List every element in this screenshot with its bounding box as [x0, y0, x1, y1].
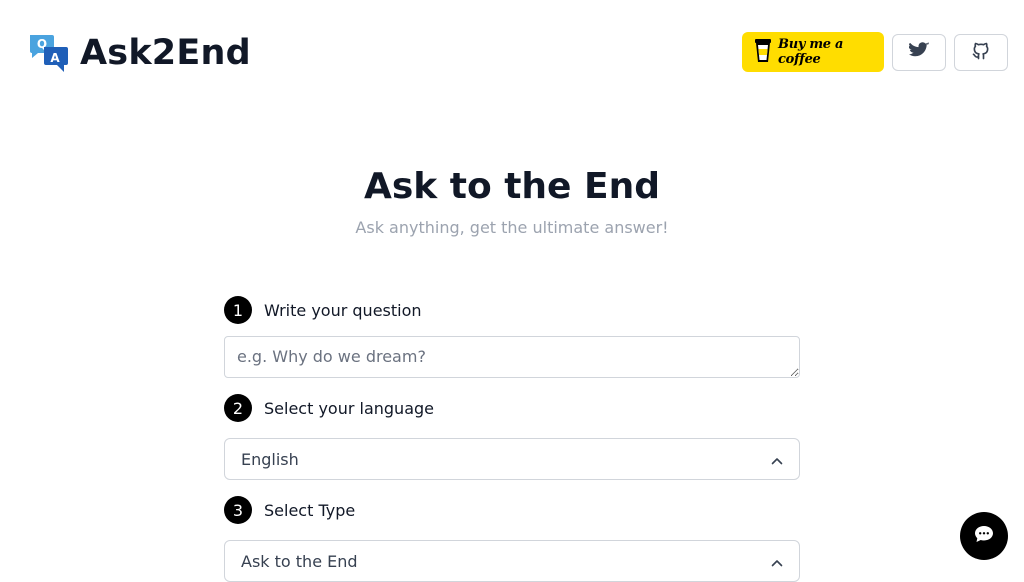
step-3-header: 3 Select Type	[224, 496, 355, 524]
github-icon	[971, 41, 991, 65]
twitter-button[interactable]	[892, 34, 946, 71]
step-number-badge: 1	[224, 296, 252, 324]
brand-name: Ask2End	[80, 33, 251, 73]
language-select-value: English	[241, 449, 299, 469]
logo[interactable]: Q A Ask2End	[30, 33, 251, 73]
svg-text:A: A	[50, 51, 60, 65]
chevron-up-icon	[771, 450, 783, 469]
github-button[interactable]	[954, 34, 1008, 71]
step-2-header: 2 Select your language	[224, 394, 434, 422]
step-number-badge: 2	[224, 394, 252, 422]
page-title: Ask to the End	[363, 166, 660, 207]
type-select-value: Ask to the End	[241, 551, 358, 571]
step-1-header: 1 Write your question	[224, 296, 422, 324]
coffee-label: Buy me a coffee	[778, 37, 844, 67]
page-subtitle: Ask anything, get the ultimate answer!	[355, 218, 669, 237]
step-number-badge: 3	[224, 496, 252, 524]
chevron-up-icon	[771, 552, 783, 571]
chat-button[interactable]	[960, 512, 1008, 560]
step-label: Select your language	[264, 398, 434, 418]
chat-bubble-icon	[974, 525, 994, 547]
header: Q A Ask2End Buy me a coffee	[0, 0, 1024, 100]
step-label: Select Type	[264, 500, 356, 520]
buy-me-a-coffee-button[interactable]: Buy me a coffee	[742, 32, 884, 72]
step-label: Write your question	[264, 300, 422, 320]
qa-speech-bubbles-icon: Q A	[30, 33, 68, 73]
language-select[interactable]: English	[224, 438, 800, 480]
twitter-icon	[908, 42, 929, 63]
coffee-cup-icon	[754, 37, 772, 67]
question-input[interactable]	[224, 336, 800, 378]
